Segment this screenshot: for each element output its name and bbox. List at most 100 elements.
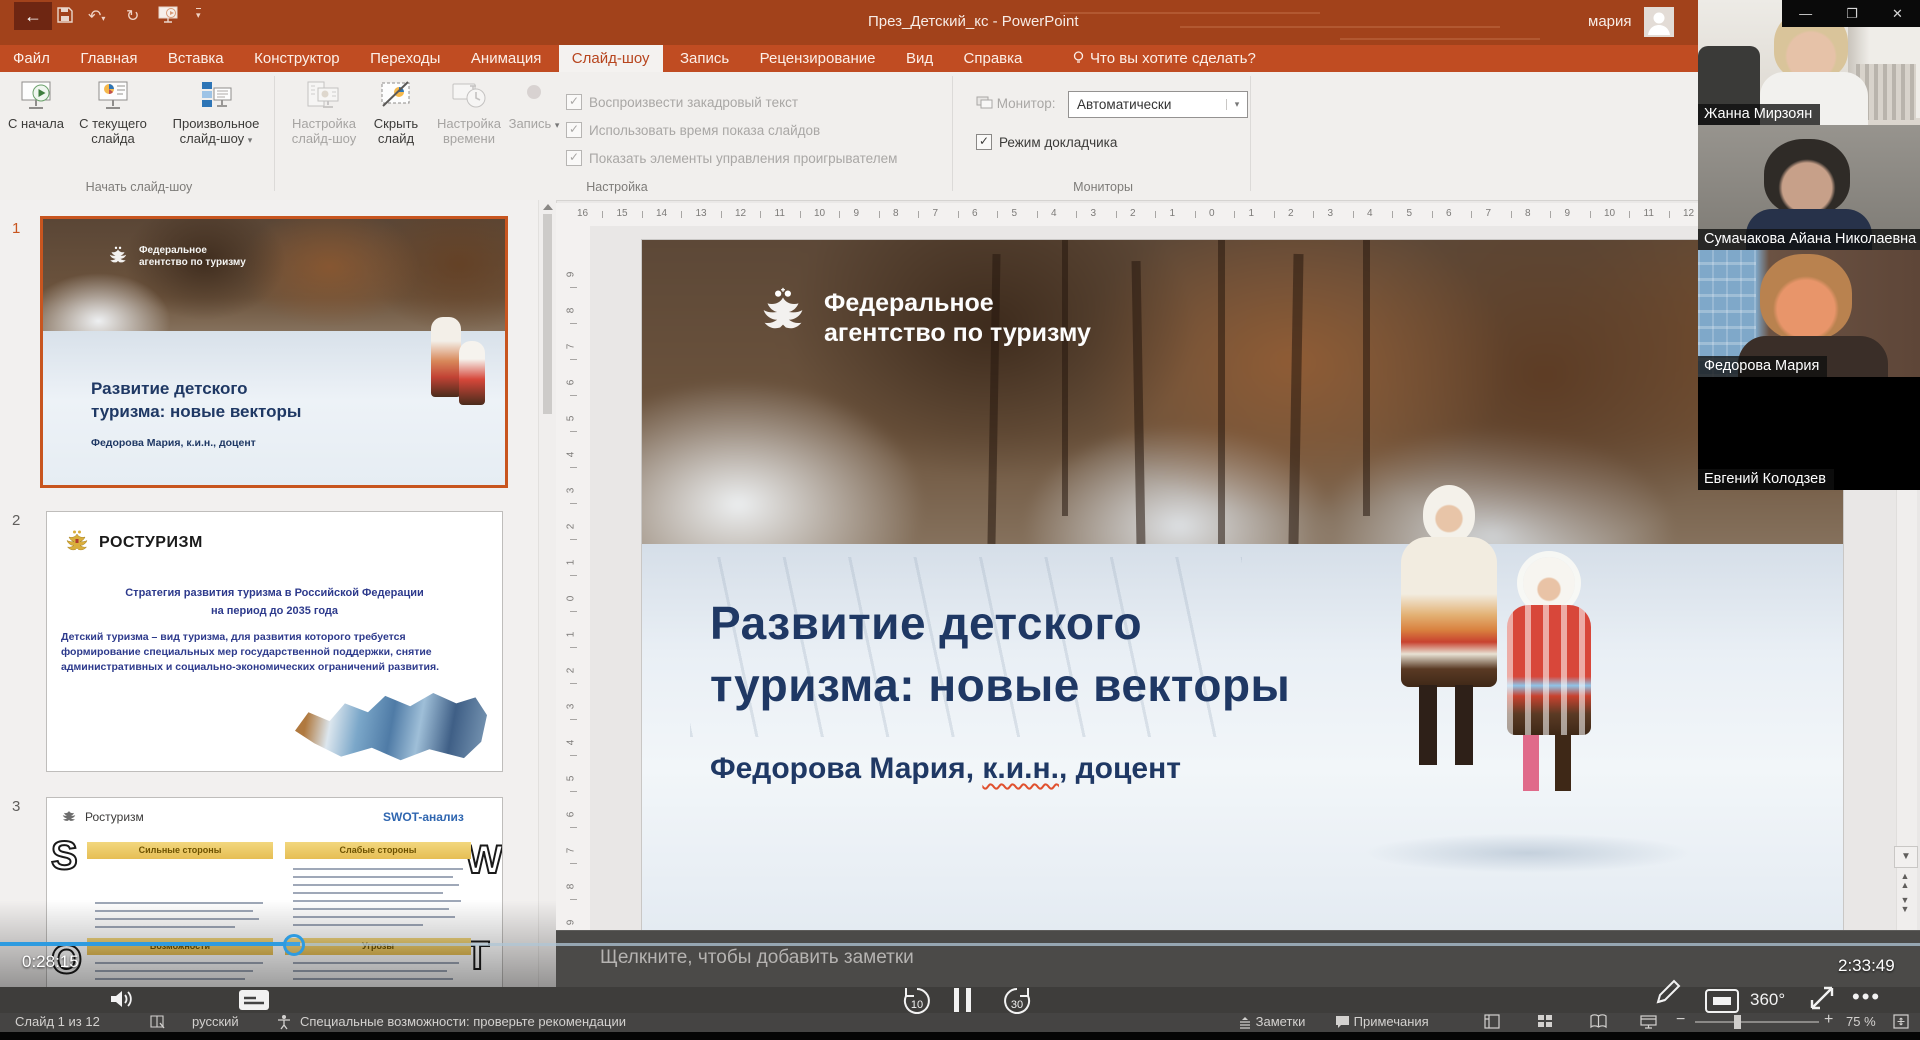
group-divider bbox=[274, 76, 275, 191]
slide-subtitle[interactable]: Федорова Мария, к.и.н., доцент bbox=[710, 752, 1181, 786]
avatar[interactable] bbox=[1644, 7, 1674, 37]
tab-record[interactable]: Запись bbox=[667, 45, 742, 72]
notes-placeholder[interactable]: Щелкните, чтобы добавить заметки bbox=[600, 947, 914, 969]
checkbox-play-narration[interactable]: ✓ Воспроизвести закадровый текст bbox=[566, 94, 798, 110]
annotate-pencil-button[interactable] bbox=[1652, 976, 1684, 1013]
slideshow-view-button[interactable] bbox=[1640, 1014, 1657, 1029]
thumbnails-scrollbar[interactable] bbox=[538, 200, 556, 987]
ruler-number: 4 bbox=[565, 452, 576, 458]
close-button[interactable]: ✕ bbox=[1892, 6, 1903, 22]
tab-help[interactable]: Справка bbox=[951, 45, 1036, 72]
quality-button[interactable] bbox=[1704, 988, 1740, 1019]
zoom-level[interactable]: 75 % bbox=[1846, 1014, 1876, 1029]
custom-slideshow-button[interactable]: Произвольное слайд-шоу ▾ bbox=[164, 78, 268, 148]
slide-thumbnail-1[interactable]: Федеральное агентство по туризму Развити… bbox=[40, 216, 508, 488]
figure-child bbox=[1501, 557, 1597, 797]
participant-video-2[interactable]: Сумачакова Айана Николаевна bbox=[1698, 125, 1920, 250]
notes-pane[interactable]: Щелкните, чтобы добавить заметки bbox=[556, 930, 1920, 988]
tab-view[interactable]: Вид bbox=[893, 45, 946, 72]
slide-sorter-view-button[interactable] bbox=[1537, 1014, 1553, 1029]
volume-button[interactable] bbox=[108, 986, 136, 1017]
participant-video-3[interactable]: Федорова Мария bbox=[1698, 250, 1920, 377]
mini-text-line bbox=[293, 924, 423, 926]
seekbar-handle[interactable] bbox=[283, 934, 305, 956]
elapsed-time: 0:28:15 bbox=[22, 952, 79, 972]
scroll-down-button[interactable]: ▼ bbox=[1894, 846, 1918, 868]
mini-text-line bbox=[293, 978, 453, 980]
ruler-tick bbox=[1629, 211, 1630, 218]
rewind-10-button[interactable]: 10 bbox=[900, 984, 934, 1023]
monitor-select[interactable]: Автоматически ▾ bbox=[1068, 91, 1248, 118]
account-name[interactable]: мария bbox=[1588, 13, 1632, 30]
ruler-tick bbox=[1590, 211, 1591, 218]
slide-thumbnail-3[interactable]: Ростуризм SWOT-анализ S W Сильные сторон… bbox=[46, 797, 503, 987]
tell-me[interactable]: Что вы хотите сделать? bbox=[1058, 45, 1269, 72]
ruler-tick bbox=[570, 863, 577, 864]
record-button[interactable]: Запись ▾ bbox=[508, 78, 560, 133]
figure-woman-scarf bbox=[1423, 485, 1475, 543]
ruler-number: 11 bbox=[775, 208, 785, 219]
tab-animations[interactable]: Анимация bbox=[458, 45, 554, 72]
tab-insert[interactable]: Вставка bbox=[155, 45, 237, 72]
from-current-slide-button[interactable]: С текущего слайда bbox=[66, 78, 160, 146]
seekbar-remaining[interactable] bbox=[300, 943, 1920, 946]
previous-slide-button[interactable]: ▲▲ bbox=[1898, 872, 1912, 890]
tab-file[interactable]: Файл bbox=[0, 45, 63, 72]
slide-thumbnail-2[interactable]: РОСТУРИЗМ Стратегия развития туризма в Р… bbox=[46, 511, 503, 772]
ruler-number: 13 bbox=[696, 208, 707, 219]
captions-button[interactable] bbox=[238, 988, 270, 1017]
current-slide[interactable]: Федеральное агентство по туризму Развити… bbox=[642, 240, 1843, 930]
language-indicator[interactable]: русский bbox=[192, 1014, 239, 1029]
setup-slideshow-button[interactable]: Настройка слайд-шоу bbox=[286, 78, 362, 146]
tab-home[interactable]: Главная bbox=[67, 45, 150, 72]
start-slideshow-icon[interactable] bbox=[158, 5, 178, 29]
normal-view-button[interactable] bbox=[1484, 1014, 1500, 1029]
spellcheck-icon[interactable] bbox=[150, 1014, 166, 1029]
forward-30-button[interactable]: 30 bbox=[1000, 984, 1034, 1023]
scroll-up-icon[interactable] bbox=[543, 204, 553, 210]
participant-video-4[interactable]: Евгений Колодзев bbox=[1698, 377, 1920, 490]
zoom-out-button[interactable]: − bbox=[1676, 1011, 1685, 1029]
qat-customize-icon[interactable]: ▾ bbox=[196, 8, 201, 21]
accessibility-status[interactable]: Специальные возможности: проверьте реком… bbox=[300, 1014, 626, 1029]
more-options-button[interactable]: ••• bbox=[1852, 984, 1881, 1010]
save-icon[interactable] bbox=[56, 6, 74, 29]
rehearse-timings-button[interactable]: Настройка времени bbox=[432, 78, 506, 146]
fit-slide-button[interactable] bbox=[1893, 1014, 1909, 1029]
pause-button[interactable] bbox=[952, 986, 974, 1019]
hide-slide-icon bbox=[379, 80, 413, 112]
reading-view-button[interactable] bbox=[1590, 1014, 1607, 1029]
from-start-button[interactable]: С начала bbox=[8, 78, 64, 131]
quality-360-button[interactable]: 360° bbox=[1750, 990, 1785, 1010]
accessibility-icon[interactable] bbox=[276, 1014, 292, 1030]
figure-child-coat bbox=[1507, 605, 1591, 735]
participant-2-head bbox=[1764, 139, 1850, 215]
fullscreen-button[interactable] bbox=[1806, 982, 1838, 1019]
tab-review[interactable]: Рецензирование bbox=[747, 45, 889, 72]
rehearse-label: Настройка времени bbox=[437, 116, 501, 146]
ruler-tick bbox=[570, 647, 577, 648]
slide-title[interactable]: Развитие детского туризма: новые векторы bbox=[710, 592, 1290, 716]
notes-toggle[interactable]: Заметки bbox=[1238, 1014, 1305, 1029]
tab-design[interactable]: Конструктор bbox=[241, 45, 353, 72]
checkbox-use-timings[interactable]: ✓ Использовать время показа слайдов bbox=[566, 122, 820, 138]
hide-slide-button[interactable]: Скрыть слайд bbox=[364, 78, 428, 146]
restore-button[interactable]: ❐ bbox=[1846, 6, 1858, 22]
scrollbar-thumb[interactable] bbox=[543, 214, 552, 414]
minimize-button[interactable]: — bbox=[1799, 6, 1812, 21]
from-current-label: С текущего слайда bbox=[79, 116, 147, 146]
ruler-number: 6 bbox=[1446, 208, 1452, 219]
ruler-tick bbox=[602, 211, 603, 218]
back-button[interactable]: ← bbox=[14, 2, 52, 30]
checkbox-show-media-controls[interactable]: ✓ Показать элементы управления проигрыва… bbox=[566, 150, 897, 166]
zoom-slider-track[interactable] bbox=[1695, 1021, 1819, 1023]
comments-toggle[interactable]: Примечания bbox=[1335, 1014, 1429, 1029]
redo-icon[interactable]: ↻ bbox=[126, 6, 139, 26]
undo-icon[interactable]: ↶▾ bbox=[88, 6, 105, 26]
next-slide-button[interactable]: ▼▼ bbox=[1898, 896, 1912, 914]
checkbox-presenter-view[interactable]: ✓ Режим докладчика bbox=[976, 134, 1117, 150]
tab-slideshow[interactable]: Слайд-шоу bbox=[559, 45, 663, 72]
tab-transitions[interactable]: Переходы bbox=[357, 45, 453, 72]
seekbar-played[interactable] bbox=[0, 942, 300, 946]
video-call-sidebar: Жанна Мирзоян Сумачакова Айана Николаевн… bbox=[1698, 0, 1920, 490]
